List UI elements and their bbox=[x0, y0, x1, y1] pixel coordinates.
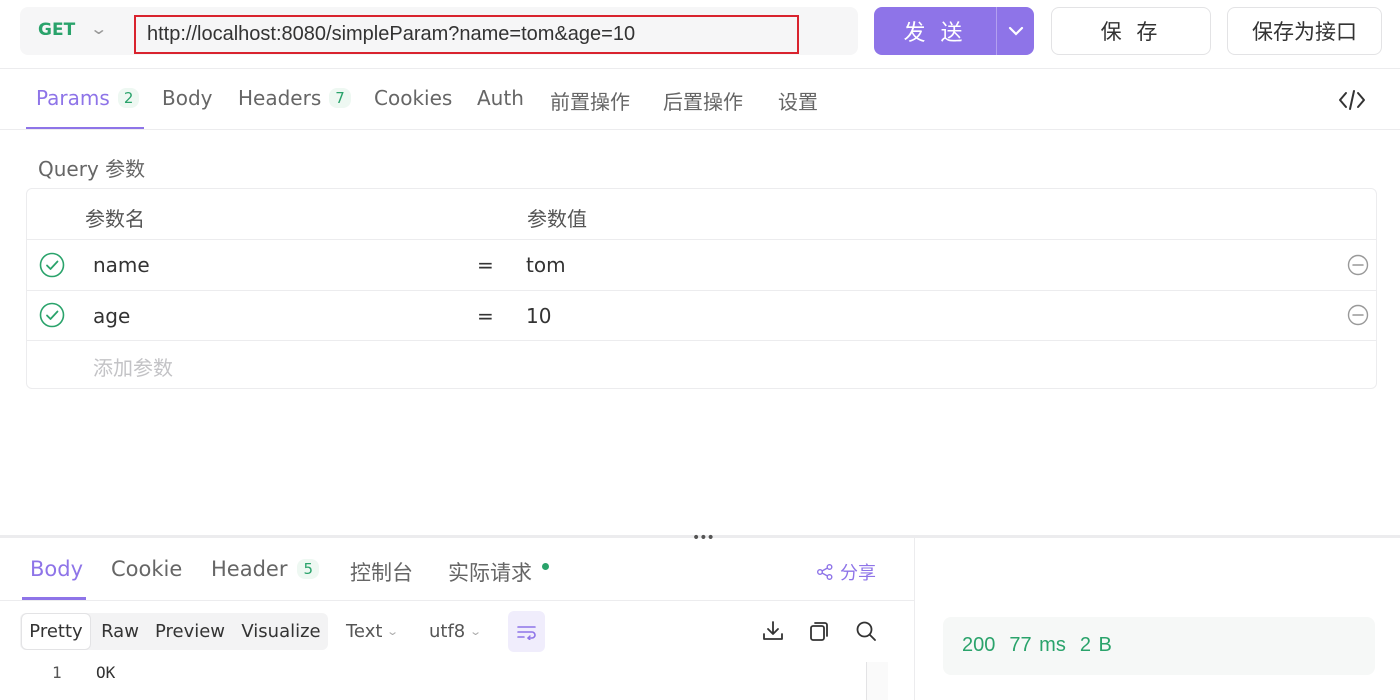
send-button[interactable]: 发 送 bbox=[874, 7, 996, 55]
divider bbox=[0, 68, 1400, 69]
chevron-down-icon bbox=[1008, 26, 1023, 36]
tab-settings[interactable]: 设置 bbox=[778, 86, 818, 115]
view-mode-raw[interactable]: Raw bbox=[94, 613, 146, 650]
tab-label: 前置操作 bbox=[550, 90, 630, 114]
row-divider bbox=[27, 290, 1376, 291]
column-header-name: 参数名 bbox=[85, 207, 145, 231]
status-dot bbox=[542, 562, 549, 570]
method-select[interactable]: GET bbox=[38, 20, 75, 40]
tab-label: Cookies bbox=[374, 86, 453, 110]
remove-circle-icon[interactable] bbox=[1347, 254, 1369, 276]
view-mode-segmented: Pretty Raw Preview Visualize bbox=[20, 613, 328, 650]
chevron-down-icon: ⌄ bbox=[469, 625, 483, 638]
check-circle-icon[interactable] bbox=[39, 302, 65, 328]
tab-label: Headers bbox=[238, 86, 322, 110]
tab-auth[interactable]: Auth bbox=[477, 86, 524, 110]
request-bar: GET ⌄ bbox=[20, 7, 858, 55]
response-tab-cookie[interactable]: Cookie bbox=[111, 557, 182, 581]
row-divider bbox=[27, 340, 1376, 341]
column-header-value: 参数值 bbox=[527, 207, 587, 231]
encoding-select[interactable]: utf8 ⌄ bbox=[429, 621, 483, 642]
equals-sign: = bbox=[477, 253, 494, 277]
tab-label: Params bbox=[36, 86, 110, 110]
share-button[interactable]: 分享 bbox=[816, 559, 876, 585]
view-mode-pretty[interactable]: Pretty bbox=[21, 613, 91, 650]
tab-cookies[interactable]: Cookies bbox=[374, 86, 452, 110]
response-tab-console[interactable]: 控制台 bbox=[350, 557, 413, 587]
param-value[interactable]: 10 bbox=[526, 304, 551, 328]
share-label: 分享 bbox=[840, 563, 876, 584]
response-size: 2 B bbox=[1079, 634, 1112, 656]
response-time: 77 ms bbox=[1009, 634, 1066, 656]
check-circle-icon[interactable] bbox=[39, 252, 65, 278]
word-wrap-button[interactable] bbox=[508, 611, 545, 652]
format-select[interactable]: Text ⌄ bbox=[346, 621, 400, 642]
copy-icon[interactable] bbox=[807, 619, 831, 643]
tab-params[interactable]: Params 2 bbox=[36, 86, 140, 110]
tab-label: 后置操作 bbox=[663, 90, 743, 114]
url-field-highlight bbox=[134, 15, 799, 54]
query-params-table: 参数名 参数值 name = tom age = 10 添加参数 bbox=[26, 188, 1377, 389]
row-divider bbox=[27, 239, 1376, 240]
save-button[interactable]: 保 存 bbox=[1051, 7, 1211, 55]
line-number: 1 bbox=[52, 663, 62, 682]
tab-label: 实际请求 bbox=[448, 561, 532, 585]
response-tab-actual-request[interactable]: 实际请求 bbox=[448, 557, 549, 587]
equals-sign: = bbox=[477, 304, 494, 328]
tab-post-request[interactable]: 后置操作 bbox=[663, 86, 743, 115]
code-line: OK bbox=[96, 663, 116, 682]
tab-label: Cookie bbox=[111, 557, 183, 581]
tab-label: Body bbox=[162, 86, 213, 110]
tab-label: 设置 bbox=[778, 90, 818, 114]
scrollbar[interactable] bbox=[866, 662, 888, 700]
url-input[interactable] bbox=[136, 17, 797, 52]
divider bbox=[0, 600, 914, 601]
chevron-down-icon[interactable]: ⌄ bbox=[89, 19, 108, 38]
view-mode-preview[interactable]: Preview bbox=[152, 613, 228, 650]
headers-count-badge: 7 bbox=[329, 88, 351, 108]
tab-label: 控制台 bbox=[350, 561, 413, 585]
code-icon[interactable] bbox=[1338, 88, 1366, 112]
wrap-lines-icon bbox=[516, 625, 536, 640]
download-icon[interactable] bbox=[761, 619, 785, 643]
tab-label: Auth bbox=[477, 86, 524, 110]
format-select-value: Text bbox=[346, 621, 383, 642]
response-tab-header[interactable]: Header 5 bbox=[211, 557, 320, 581]
tab-label: Body bbox=[30, 557, 84, 581]
query-params-title: Query 参数 bbox=[38, 157, 146, 181]
search-icon[interactable] bbox=[854, 619, 878, 643]
response-tab-body[interactable]: Body bbox=[30, 557, 83, 581]
send-options-button[interactable] bbox=[996, 7, 1034, 55]
header-count-badge: 5 bbox=[297, 559, 320, 579]
tab-pre-request[interactable]: 前置操作 bbox=[550, 86, 630, 115]
status-summary: 200 77 ms 2 B bbox=[943, 617, 1375, 675]
save-as-api-button[interactable]: 保存为接口 bbox=[1227, 7, 1382, 55]
encoding-select-value: utf8 bbox=[429, 621, 466, 642]
chevron-down-icon: ⌄ bbox=[386, 625, 400, 638]
divider bbox=[0, 129, 1400, 130]
params-count-badge: 2 bbox=[117, 88, 140, 108]
tab-label: Header bbox=[211, 557, 288, 581]
view-mode-visualize[interactable]: Visualize bbox=[234, 613, 328, 650]
status-code: 200 bbox=[962, 634, 996, 656]
add-param-input[interactable]: 添加参数 bbox=[93, 352, 173, 381]
tab-body[interactable]: Body bbox=[162, 86, 213, 110]
param-value[interactable]: tom bbox=[526, 253, 566, 277]
remove-circle-icon[interactable] bbox=[1347, 304, 1369, 326]
param-name[interactable]: age bbox=[93, 304, 130, 328]
tab-headers[interactable]: Headers 7 bbox=[238, 86, 351, 110]
param-name[interactable]: name bbox=[93, 253, 150, 277]
share-icon bbox=[817, 564, 833, 580]
drag-handle-icon[interactable]: ••• bbox=[692, 530, 715, 546]
